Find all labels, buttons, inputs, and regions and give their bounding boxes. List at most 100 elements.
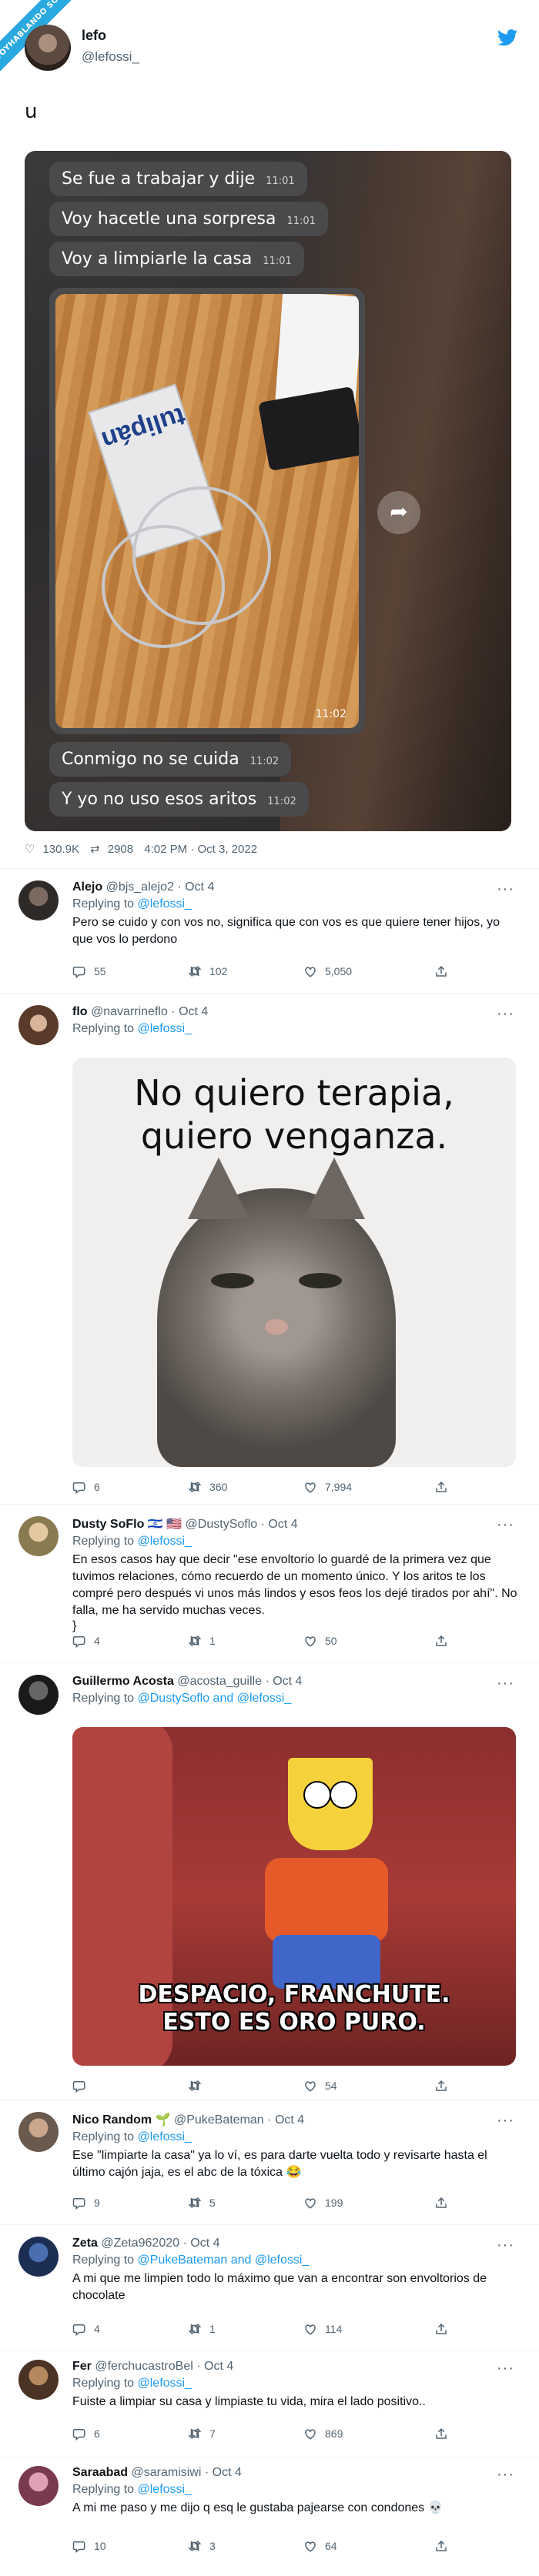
share-icon[interactable] bbox=[434, 964, 448, 978]
reply-handle[interactable]: @ferchucastroBel bbox=[95, 2360, 192, 2373]
like-icon[interactable] bbox=[303, 2322, 317, 2336]
more-options-icon[interactable]: ··· bbox=[497, 1005, 514, 1023]
reply-icon[interactable] bbox=[72, 2427, 86, 2441]
reply-date[interactable]: Oct 4 bbox=[204, 2360, 233, 2373]
author-handle[interactable]: @lefossi_ bbox=[82, 49, 139, 65]
reply-author-name[interactable]: Saraabad bbox=[72, 2466, 128, 2479]
share-icon[interactable] bbox=[434, 2539, 448, 2553]
share-icon[interactable] bbox=[434, 1634, 448, 1648]
reply-date[interactable]: Oct 4 bbox=[213, 2466, 242, 2479]
avatar[interactable] bbox=[18, 2112, 59, 2152]
mention-link[interactable]: @lefossi_ bbox=[138, 1535, 192, 1548]
replying-label: Replying to bbox=[72, 2483, 135, 2496]
more-options-icon[interactable]: ··· bbox=[497, 1675, 514, 1692]
mention-link[interactable]: @lefossi_ bbox=[138, 2377, 192, 2390]
reply-icon[interactable] bbox=[72, 2196, 86, 2210]
share-icon[interactable] bbox=[434, 1480, 448, 1494]
more-options-icon[interactable]: ··· bbox=[497, 2360, 514, 2377]
like-icon[interactable] bbox=[303, 2196, 317, 2210]
reply-handle[interactable]: @saramisiwi bbox=[132, 2466, 202, 2479]
mention-link[interactable]: @lefossi_ bbox=[138, 2130, 192, 2143]
like-icon[interactable] bbox=[303, 2539, 317, 2553]
like-icon[interactable] bbox=[303, 964, 317, 978]
more-options-icon[interactable]: ··· bbox=[497, 880, 514, 898]
like-icon[interactable]: ♡ bbox=[25, 843, 35, 856]
like-icon[interactable] bbox=[303, 2079, 317, 2093]
reply-author-name[interactable]: flo bbox=[72, 1005, 88, 1018]
reply-date[interactable]: Oct 4 bbox=[179, 1005, 208, 1018]
retweet-icon[interactable] bbox=[188, 964, 202, 978]
like-icon[interactable] bbox=[303, 1634, 317, 1648]
reply-icon[interactable] bbox=[72, 1480, 86, 1494]
retweet-count: 2908 bbox=[107, 843, 134, 856]
reply-author-name[interactable]: Fer bbox=[72, 2360, 92, 2373]
avatar[interactable] bbox=[18, 2360, 59, 2400]
retweet-icon[interactable] bbox=[188, 1634, 202, 1648]
meme-image[interactable]: DESPACIO, FRANCHUTE. ESTO ES ORO PURO. bbox=[72, 1727, 516, 2066]
retweet-icon[interactable] bbox=[188, 2539, 202, 2553]
share-icon[interactable] bbox=[434, 2322, 448, 2336]
reply-date[interactable]: Oct 4 bbox=[185, 880, 214, 894]
like-icon[interactable] bbox=[303, 1480, 317, 1494]
reply-author-name[interactable]: Nico Random bbox=[72, 2113, 152, 2127]
reply-date[interactable]: Oct 4 bbox=[268, 1518, 297, 1531]
avatar[interactable] bbox=[18, 2466, 59, 2506]
reply-icon[interactable] bbox=[72, 1634, 86, 1648]
reply-handle[interactable]: @navarrineflo bbox=[91, 1005, 168, 1018]
reply-date[interactable]: Oct 4 bbox=[275, 2113, 304, 2127]
author-name[interactable]: lefo bbox=[82, 28, 106, 44]
reply-author-name[interactable]: Alejo bbox=[72, 880, 102, 894]
share-icon[interactable] bbox=[434, 2079, 448, 2093]
mention-link[interactable]: @DustySoflo and @lefossi_ bbox=[138, 1692, 292, 1705]
reply-date[interactable]: Oct 4 bbox=[273, 1675, 302, 1688]
avatar[interactable] bbox=[18, 880, 59, 920]
retweet-icon[interactable] bbox=[188, 2079, 202, 2093]
tweet-image[interactable]: Se fue a trabajar y dije 11:01 Voy hacetl… bbox=[25, 151, 511, 831]
reply-icon[interactable] bbox=[72, 964, 86, 978]
retweet-icon[interactable] bbox=[188, 2427, 202, 2441]
retweet-icon[interactable] bbox=[188, 2322, 202, 2336]
reply-handle[interactable]: @acosta_guille bbox=[177, 1675, 262, 1688]
share-icon[interactable] bbox=[434, 2196, 448, 2210]
reply-author-name[interactable]: Zeta bbox=[72, 2237, 98, 2250]
avatar[interactable] bbox=[18, 1675, 59, 1715]
retweet-icon[interactable] bbox=[188, 1480, 202, 1494]
mention-link[interactable]: @PukeBateman and @lefossi_ bbox=[138, 2254, 310, 2267]
reply-handle[interactable]: @DustySoflo bbox=[186, 1518, 258, 1531]
mention-link[interactable]: @lefossi_ bbox=[138, 1022, 192, 1035]
replying-label: Replying to bbox=[72, 2254, 135, 2267]
divider bbox=[0, 2350, 539, 2351]
avatar[interactable] bbox=[18, 2237, 59, 2277]
reply-author-name[interactable]: Dusty SoFlo bbox=[72, 1518, 144, 1531]
mention-link[interactable]: @lefossi_ bbox=[138, 897, 192, 910]
avatar[interactable] bbox=[18, 1516, 59, 1556]
share-arrow-icon[interactable]: ➦ bbox=[377, 491, 420, 534]
meme-image[interactable]: No quiero terapia, quiero venganza. bbox=[72, 1057, 516, 1467]
reply-handle[interactable]: @Zeta962020 bbox=[101, 2237, 179, 2250]
reply-icon[interactable] bbox=[72, 2079, 86, 2093]
bart-eye bbox=[303, 1781, 331, 1809]
share-icon[interactable] bbox=[434, 2427, 448, 2441]
avatar[interactable] bbox=[25, 25, 71, 71]
tweet-text: u bbox=[25, 100, 38, 123]
reply-author-name[interactable]: Guillermo Acosta bbox=[72, 1675, 174, 1688]
like-icon[interactable] bbox=[303, 2427, 317, 2441]
reply-icon[interactable] bbox=[72, 2539, 86, 2553]
retweet-icon[interactable]: ⇄ bbox=[90, 843, 100, 856]
timestamp[interactable]: 4:02 PM · Oct 3, 2022 bbox=[144, 843, 257, 856]
more-options-icon[interactable]: ··· bbox=[497, 2112, 514, 2130]
more-options-icon[interactable]: ··· bbox=[497, 1516, 514, 1534]
more-options-icon[interactable]: ··· bbox=[497, 2466, 514, 2484]
reply-date[interactable]: Oct 4 bbox=[190, 2237, 219, 2250]
avatar[interactable] bbox=[18, 1005, 59, 1045]
retweet-icon[interactable] bbox=[188, 2196, 202, 2210]
mention-link[interactable]: @lefossi_ bbox=[138, 2483, 192, 2496]
divider bbox=[0, 1662, 539, 1663]
reply-icon[interactable] bbox=[72, 2322, 86, 2336]
reply-handle[interactable]: @PukeBateman bbox=[174, 2113, 264, 2127]
more-options-icon[interactable]: ··· bbox=[497, 2237, 514, 2254]
reply-handle[interactable]: @bjs_alejo2 bbox=[106, 880, 174, 894]
reply-actions: 4 1 50 bbox=[72, 1632, 504, 1650]
replying-label: Replying to bbox=[72, 2377, 135, 2390]
replying-label: Replying to bbox=[72, 2130, 135, 2143]
